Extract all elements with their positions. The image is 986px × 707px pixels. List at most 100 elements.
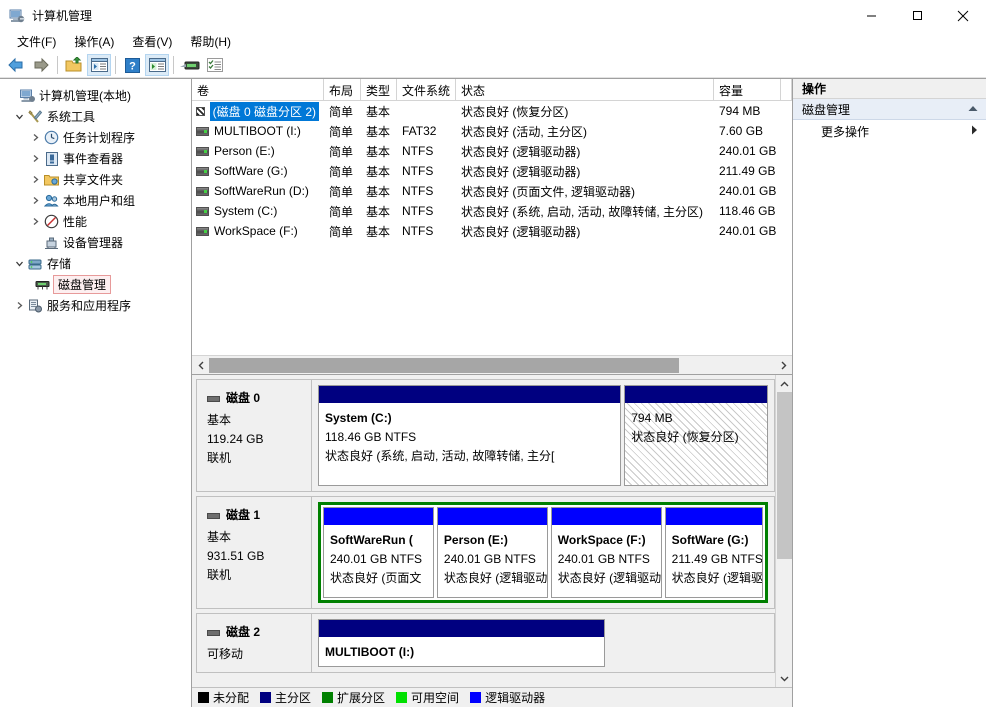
sidebar-item-services-applications[interactable]: 服务和应用程序 <box>0 295 191 316</box>
partition-person-e[interactable]: Person (E:) 240.01 GB NTFS 状态良好 (逻辑驱动 <box>436 507 548 598</box>
disk-info-0[interactable]: 磁盘 0 基本 119.24 GB 联机 <box>197 380 312 491</box>
menu-file[interactable]: 文件(F) <box>8 30 65 53</box>
chevron-right-icon-3[interactable] <box>28 169 43 190</box>
menu-help[interactable]: 帮助(H) <box>181 30 240 53</box>
partition-recovery[interactable]: 794 MB 状态良好 (恢复分区) <box>624 385 768 486</box>
storage-icon <box>27 256 44 272</box>
maximize-button[interactable] <box>894 0 940 31</box>
chevron-right-icon-2[interactable] <box>28 148 43 169</box>
scroll-up-icon[interactable] <box>776 375 793 392</box>
extended-partition-container[interactable]: SoftWareRun ( 240.01 GB NTFS 状态良好 (页面文 P… <box>318 502 768 603</box>
tree-root-node[interactable]: 计算机管理(本地) <box>0 85 191 106</box>
minimize-button[interactable] <box>848 0 894 31</box>
close-button[interactable] <box>940 0 986 31</box>
sidebar-item-event-viewer[interactable]: 事件查看器 <box>0 148 191 169</box>
disk-view-vertical-scrollbar[interactable] <box>775 375 792 687</box>
chevron-right-icon[interactable] <box>971 125 978 137</box>
disk-icon[interactable] <box>178 54 202 76</box>
sidebar-item-performance[interactable]: 性能 <box>0 211 191 232</box>
vscroll-track[interactable] <box>775 392 792 670</box>
up-folder-icon[interactable] <box>62 54 86 76</box>
disk-info-1[interactable]: 磁盘 1 基本 931.51 GB 联机 <box>197 497 312 608</box>
menu-view[interactable]: 查看(V) <box>123 30 181 53</box>
sidebar-item-disk-management[interactable]: 磁盘管理 <box>0 274 191 295</box>
sidebar-item-device-manager[interactable]: 设备管理器 <box>0 232 191 253</box>
disk-block-0[interactable]: 磁盘 0 基本 119.24 GB 联机 System (C:) 118.46 … <box>196 379 775 492</box>
partition-softwarerun-d[interactable]: SoftWareRun ( 240.01 GB NTFS 状态良好 (页面文 <box>323 507 434 598</box>
scroll-left-icon[interactable] <box>192 357 209 374</box>
sidebar-item-storage[interactable]: 存储 <box>0 253 191 274</box>
column-header-volume[interactable]: 卷 <box>192 79 324 100</box>
partition-system-c[interactable]: System (C:) 118.46 GB NTFS 状态良好 (系统, 启动,… <box>318 385 622 486</box>
column-header-layout[interactable]: 布局 <box>324 79 361 100</box>
volume-status: 状态良好 (逻辑驱动器) <box>461 224 581 239</box>
scroll-right-icon[interactable] <box>775 357 792 374</box>
partition-body: SoftWare (G:) 211.49 GB NTFS 状态良好 (逻辑驱动 <box>665 525 762 597</box>
column-header-status[interactable]: 状态 <box>456 79 714 100</box>
forward-arrow-icon[interactable] <box>29 54 53 76</box>
partition-software-g[interactable]: SoftWare (G:) 211.49 GB NTFS 状态良好 (逻辑驱动 <box>664 507 763 598</box>
actions-pane: 操作 磁盘管理 更多操作 <box>793 79 986 707</box>
show-hide-tree-icon[interactable] <box>87 54 111 76</box>
table-row[interactable]: Person (E:) 简单 基本 NTFS 状态良好 (逻辑驱动器) 240.… <box>192 141 792 161</box>
column-header-filesystem[interactable]: 文件系统 <box>397 79 456 100</box>
table-row[interactable]: (磁盘 0 磁盘分区 2) 简单 基本 状态良好 (恢复分区) 794 MB <box>192 101 792 121</box>
sidebar-item-local-users-groups[interactable]: 本地用户和组 <box>0 190 191 211</box>
sidebar-item-task-scheduler[interactable]: 任务计划程序 <box>0 127 191 148</box>
table-row[interactable]: WorkSpace (F:) 简单 基本 NTFS 状态良好 (逻辑驱动器) 2… <box>192 221 792 241</box>
chevron-up-icon[interactable] <box>968 104 978 114</box>
disk-graphical-view: 磁盘 0 基本 119.24 GB 联机 System (C:) 118.46 … <box>192 375 792 687</box>
menu-action[interactable]: 操作(A) <box>65 30 123 53</box>
table-row[interactable]: System (C:) 简单 基本 NTFS 状态良好 (系统, 启动, 活动,… <box>192 201 792 221</box>
volume-layout: 简单 <box>329 184 354 199</box>
volume-type: 基本 <box>366 104 391 119</box>
volume-layout: 简单 <box>329 164 354 179</box>
sidebar-label-device-manager: 设备管理器 <box>63 236 124 250</box>
chevron-right-icon-6[interactable] <box>12 295 27 316</box>
shared-folder-icon <box>43 172 60 188</box>
volume-filesystem: NTFS <box>402 224 434 238</box>
show-action-pane-icon[interactable] <box>145 54 169 76</box>
vscroll-thumb[interactable] <box>776 392 792 559</box>
disk-block-2[interactable]: 磁盘 2 可移动 MULTIBOOT (I:) <box>196 613 775 673</box>
disk-state: 联机 <box>207 451 232 465</box>
column-header-capacity[interactable]: 容量 <box>714 79 781 100</box>
partition-status: 状态良好 (页面文 <box>330 571 422 585</box>
event-viewer-icon <box>43 151 60 167</box>
partition-size: 794 MB <box>631 411 673 425</box>
scroll-down-icon[interactable] <box>776 670 793 687</box>
legend-item-primary: 主分区 <box>260 689 311 706</box>
legend-label-logical-drive: 逻辑驱动器 <box>485 691 546 705</box>
hscroll-track[interactable] <box>209 356 775 374</box>
chevron-right-icon-4[interactable] <box>28 190 43 211</box>
table-row[interactable]: SoftWareRun (D:) 简单 基本 NTFS 状态良好 (页面文件, … <box>192 181 792 201</box>
legend-item-free-space: 可用空间 <box>396 689 459 706</box>
table-row[interactable]: MULTIBOOT (I:) 简单 基本 FAT32 状态良好 (活动, 主分区… <box>192 121 792 141</box>
actions-group-disk-management[interactable]: 磁盘管理 <box>793 99 986 120</box>
table-row[interactable]: SoftWare (G:) 简单 基本 NTFS 状态良好 (逻辑驱动器) 21… <box>192 161 792 181</box>
chevron-right-icon-5[interactable] <box>28 211 43 232</box>
sidebar-label-disk-management: 磁盘管理 <box>53 275 112 294</box>
sidebar-item-system-tools[interactable]: 系统工具 <box>0 106 191 127</box>
disk-block-1[interactable]: 磁盘 1 基本 931.51 GB 联机 SoftWareRun (240.0… <box>196 496 775 609</box>
volume-filesystem: NTFS <box>402 164 434 178</box>
hscroll-thumb[interactable] <box>209 357 679 373</box>
partition-workspace-f[interactable]: WorkSpace (F:) 240.01 GB NTFS 状态良好 (逻辑驱动 <box>550 507 662 598</box>
back-arrow-icon[interactable] <box>4 54 28 76</box>
help-icon[interactable]: ? <box>120 54 144 76</box>
actions-item-more-actions[interactable]: 更多操作 <box>793 120 986 142</box>
chevron-right-icon[interactable] <box>28 127 43 148</box>
partition-size: 211.49 GB NTFS <box>671 552 762 566</box>
properties-icon[interactable] <box>203 54 227 76</box>
chevron-down-icon-2[interactable] <box>12 253 27 274</box>
volume-list-horizontal-scrollbar[interactable] <box>192 355 792 374</box>
sidebar-label-system-tools: 系统工具 <box>47 110 96 124</box>
sidebar-item-shared-folders[interactable]: 共享文件夹 <box>0 169 191 190</box>
partition-multiboot-i[interactable]: MULTIBOOT (I:) <box>318 619 605 667</box>
disk-management-icon <box>34 277 51 293</box>
toolbar-separator <box>57 56 58 74</box>
disk-info-2[interactable]: 磁盘 2 可移动 <box>197 614 312 672</box>
chevron-down-icon[interactable] <box>12 106 27 127</box>
volume-capacity: 240.01 GB <box>719 184 777 198</box>
column-header-type[interactable]: 类型 <box>361 79 397 100</box>
